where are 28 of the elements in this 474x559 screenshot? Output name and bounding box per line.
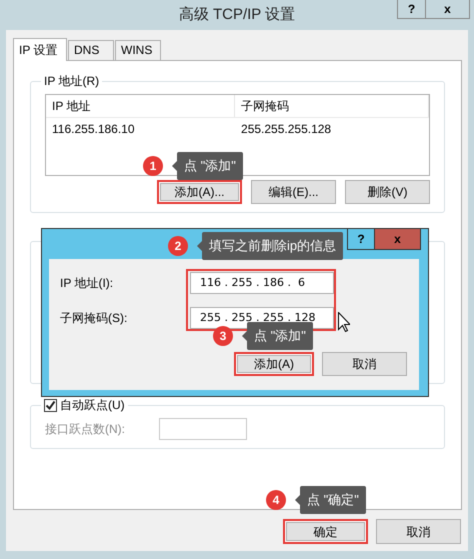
column-header[interactable]: IP 地址	[46, 95, 236, 117]
field-label: 接口跃点数(N):	[45, 421, 126, 438]
window-title: 高级 TCP/IP 设置	[178, 6, 296, 23]
tab[interactable]: WINS	[115, 40, 161, 60]
button[interactable]: 取消	[322, 352, 407, 376]
tab[interactable]: DNS	[68, 40, 114, 60]
button[interactable]: 确定	[283, 519, 368, 544]
field-label: 子网掩码(S):	[60, 310, 128, 327]
button[interactable]: 删除(V)	[345, 180, 430, 204]
button[interactable]: 添加(A)	[234, 352, 314, 376]
tab[interactable]: IP 设置	[13, 38, 67, 61]
column-header[interactable]: 子网掩码	[235, 95, 429, 117]
table-cell-text: 255.255.255.128	[240, 121, 332, 138]
help-button[interactable]: ?	[347, 229, 375, 250]
mouse-cursor-icon	[338, 312, 350, 332]
checkbox[interactable]	[44, 398, 57, 412]
help-button[interactable]: ?	[397, 0, 426, 19]
button[interactable]: 编辑(E)...	[251, 180, 336, 204]
table-cell-text: 116.255.186.10	[51, 121, 136, 138]
close-button[interactable]: x	[375, 229, 421, 250]
input-field[interactable]	[159, 418, 247, 440]
input-field[interactable]: 116 . 255 . 186 . 6	[190, 272, 334, 294]
field-label: IP 地址(I):	[60, 275, 114, 292]
close-button[interactable]: x	[426, 0, 470, 19]
button[interactable]: 添加(A)...	[157, 180, 242, 204]
group-title: IP 地址(R)	[43, 74, 100, 88]
checkbox-label: 自动跃点(U)	[60, 398, 125, 412]
button[interactable]: 取消	[376, 519, 461, 544]
